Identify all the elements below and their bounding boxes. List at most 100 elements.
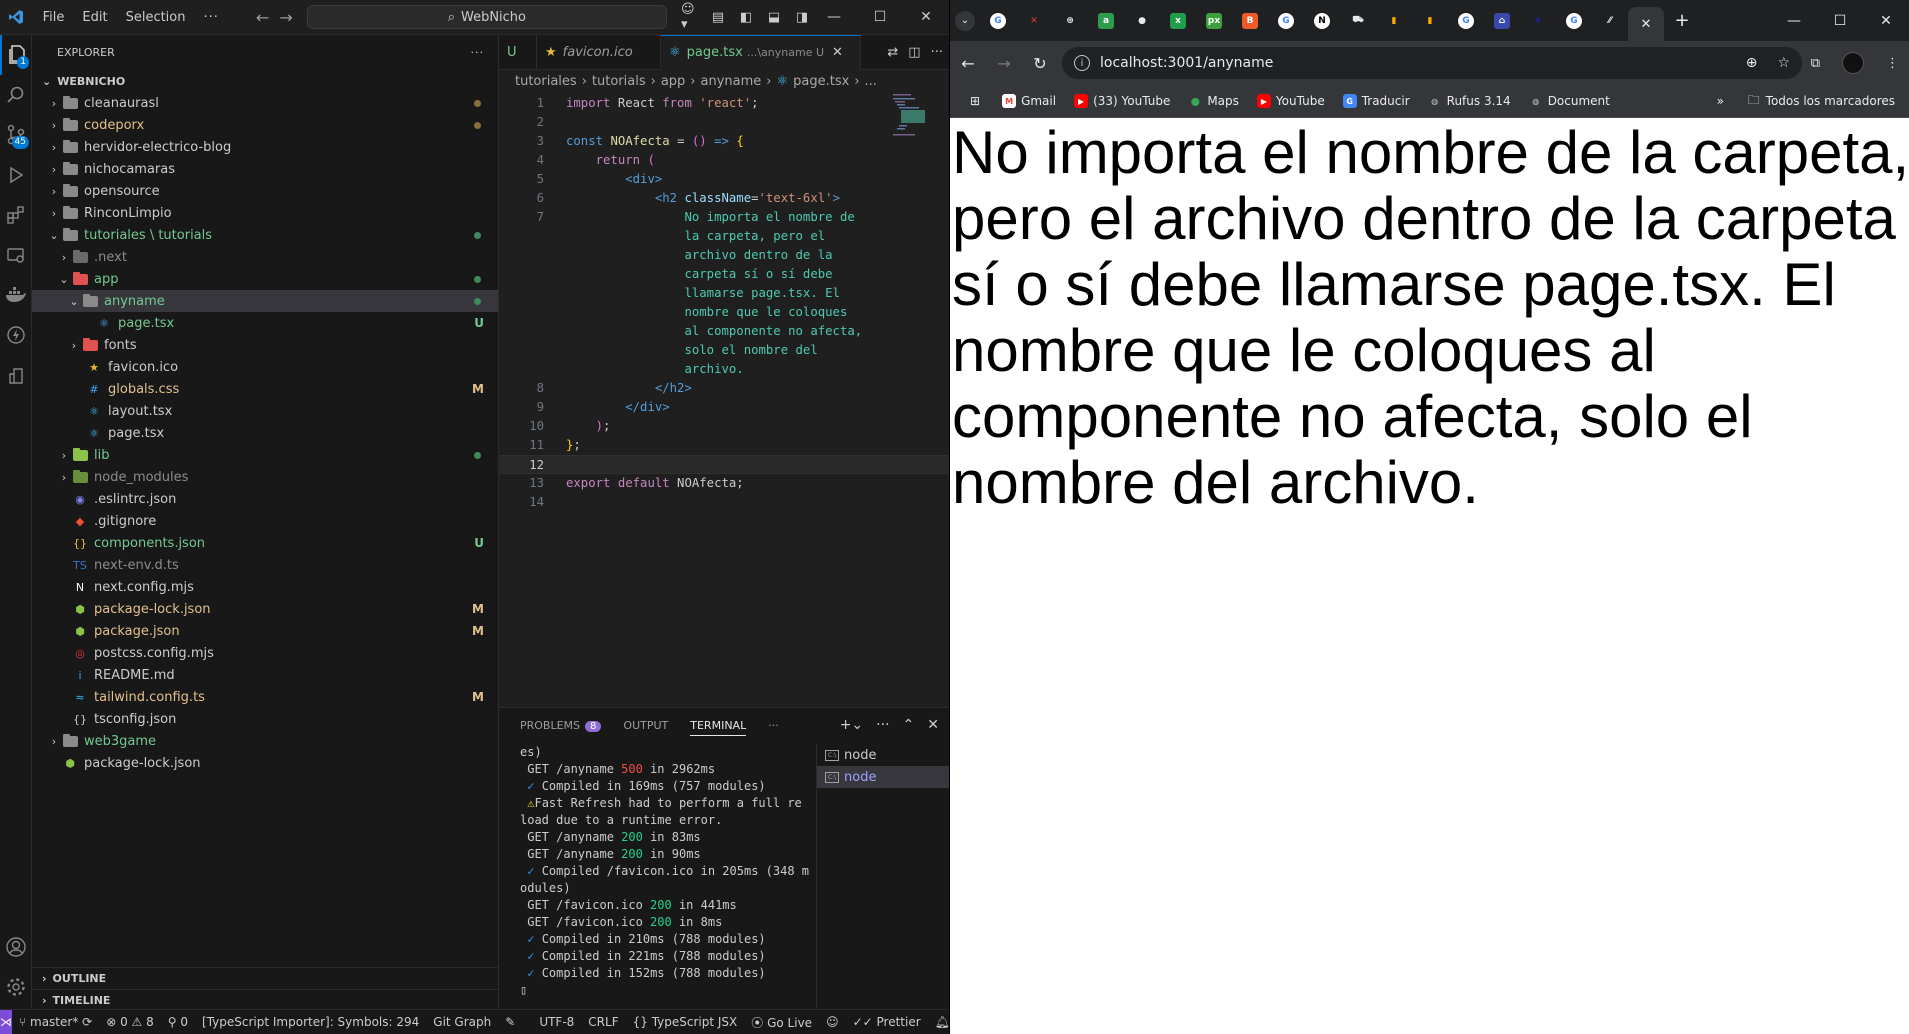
menu-item-1[interactable]: Edit: [73, 10, 116, 25]
search-icon[interactable]: [0, 75, 32, 115]
close-icon[interactable]: ✕: [1863, 0, 1909, 41]
code-line[interactable]: 11};: [499, 436, 949, 455]
tree-folder[interactable]: › RinconLimpio: [32, 202, 498, 224]
breadcrumb-item[interactable]: tutoriales: [515, 74, 577, 89]
menu-item-2[interactable]: Selection: [117, 10, 195, 25]
language-status[interactable]: {} TypeScript JSX: [626, 1015, 745, 1029]
code-line[interactable]: 1 import React from 'react';: [499, 94, 949, 113]
tree-folder[interactable]: › .next: [32, 246, 498, 268]
apps-grid-icon[interactable]: ⊞: [970, 94, 980, 108]
browser-tab[interactable]: ▮: [1376, 0, 1412, 41]
maximize-icon[interactable]: ☐: [857, 9, 903, 25]
back-arrow-icon[interactable]: ←: [256, 8, 269, 27]
accounts-icon[interactable]: [0, 927, 32, 967]
remote-explorer-icon[interactable]: [0, 235, 32, 275]
browser-tab[interactable]: ⛟: [1340, 0, 1376, 41]
site-info-icon[interactable]: i: [1074, 55, 1090, 71]
code-line[interactable]: llamarse page.tsx. El: [499, 284, 949, 303]
tree-file[interactable]: ◉ .eslintrc.json: [32, 488, 498, 510]
tree-file[interactable]: ⚛ page.tsx: [32, 422, 498, 444]
tree-file[interactable]: ◆ .gitignore: [32, 510, 498, 532]
breadcrumb-item[interactable]: page.tsx: [793, 74, 849, 89]
more-bookmarks-icon[interactable]: »: [1717, 94, 1724, 108]
breadcrumb-item[interactable]: ...: [865, 74, 877, 89]
testing-icon[interactable]: [0, 355, 32, 395]
code-line[interactable]: 9 </div>: [499, 398, 949, 417]
code-line[interactable]: 7 No importa el nombre de: [499, 208, 949, 227]
code-line[interactable]: archivo dentro de la: [499, 246, 949, 265]
browser-tab[interactable]: G: [1268, 0, 1304, 41]
explorer-more-icon[interactable]: ···: [471, 46, 485, 59]
maximize-panel-icon[interactable]: ⌃: [903, 717, 915, 733]
forward-arrow-icon[interactable]: →: [279, 8, 292, 27]
extensions-puzzle-icon[interactable]: ⧉: [1811, 56, 1820, 71]
browser-tab[interactable]: B: [1232, 0, 1268, 41]
ts-importer-status[interactable]: [TypeScript Importer]: Symbols: 294: [195, 1015, 426, 1029]
breadcrumb-item[interactable]: app: [661, 74, 685, 89]
minimize-icon[interactable]: —: [1771, 0, 1817, 41]
panel-more-icon[interactable]: ···: [768, 719, 779, 732]
compare-icon[interactable]: ⇄: [887, 45, 898, 60]
ports-status[interactable]: ⚲ 0: [161, 1015, 195, 1029]
tab-untracked-file[interactable]: U: [499, 34, 537, 70]
tree-file[interactable]: ⚛ page.tsx U: [32, 312, 498, 334]
remote-indicator-icon[interactable]: ⋊: [0, 1010, 12, 1034]
menu-item-0[interactable]: File: [34, 10, 74, 25]
reload-icon[interactable]: ↻: [1022, 54, 1058, 73]
go-live-status[interactable]: ⦿ Go Live: [744, 1014, 819, 1031]
code-line[interactable]: 14: [499, 493, 949, 512]
tree-file[interactable]: ◎ postcss.config.mjs: [32, 642, 498, 664]
explorer-icon[interactable]: 1: [0, 35, 32, 75]
tab-page-tsx[interactable]: ⚛ page.tsx ...\anyname U ✕: [661, 34, 861, 70]
code-line[interactable]: 12: [499, 455, 949, 474]
code-line[interactable]: 6 <h2 className='text-6xl'>: [499, 189, 949, 208]
active-tab[interactable]: ✕: [1628, 7, 1664, 41]
tab-problems[interactable]: PROBLEMS 8: [520, 719, 602, 732]
address-bar[interactable]: i localhost:3001/anyname ⊕ ☆: [1062, 47, 1802, 79]
tree-file[interactable]: {} tsconfig.json: [32, 708, 498, 730]
problems-status[interactable]: ⊗ 0 ⚠ 8: [99, 1015, 161, 1029]
new-terminal-icon[interactable]: +⌄: [840, 717, 863, 733]
menu-item-3[interactable]: ···: [195, 10, 228, 25]
browser-tab[interactable]: G: [1448, 0, 1484, 41]
encoding-status[interactable]: UTF-8: [532, 1015, 581, 1029]
thunder-client-icon[interactable]: [0, 315, 32, 355]
code-line[interactable]: archivo.: [499, 360, 949, 379]
copilot-status-icon[interactable]: ☺: [819, 1015, 846, 1029]
browser-tab[interactable]: ⊛: [1052, 0, 1088, 41]
bookmark-item[interactable]: ⬤ Maps: [1188, 94, 1239, 108]
settings-gear-icon[interactable]: [0, 967, 32, 1007]
terminal-output[interactable]: es) GET /anyname 500 in 2962ms ✓ Compile…: [520, 744, 820, 999]
browser-tab[interactable]: ●: [1124, 0, 1160, 41]
browser-tab[interactable]: ✱: [1520, 0, 1556, 41]
close-tab-icon[interactable]: ✕: [832, 45, 843, 60]
tree-folder[interactable]: › cleanaurasl: [32, 92, 498, 114]
tree-file[interactable]: ⬢ package-lock.json M: [32, 598, 498, 620]
bookmark-item[interactable]: G Traducir: [1342, 94, 1410, 108]
tree-file[interactable]: ≈ tailwind.config.ts M: [32, 686, 498, 708]
terminal-instance[interactable]: C:\ node: [817, 744, 949, 766]
bookmark-item[interactable]: ▶ (33) YouTube: [1074, 94, 1170, 108]
breadcrumb-item[interactable]: anyname: [701, 74, 762, 89]
tree-folder[interactable]: › lib: [32, 444, 498, 466]
tree-folder[interactable]: › fonts: [32, 334, 498, 356]
tab-favicon[interactable]: ★ favicon.ico: [537, 34, 661, 70]
browser-tab[interactable]: x: [1160, 0, 1196, 41]
all-bookmarks-folder[interactable]: 🗀︎ Todos los marcadores: [1748, 91, 1895, 112]
git-graph-status[interactable]: Git Graph: [426, 1015, 498, 1029]
bookmark-item[interactable]: ▶ YouTube: [1256, 94, 1325, 108]
eol-status[interactable]: CRLF: [581, 1015, 625, 1029]
tab-output[interactable]: OUTPUT: [623, 719, 668, 732]
more-actions-icon[interactable]: ···: [931, 45, 943, 60]
prettier-status[interactable]: ✓✓ Prettier: [846, 1015, 928, 1029]
breadcrumb-item[interactable]: tutorials: [592, 74, 646, 89]
zoom-icon[interactable]: ⊕: [1746, 55, 1758, 71]
browser-tab[interactable]: G: [980, 0, 1016, 41]
close-tab-icon[interactable]: ✕: [1641, 17, 1652, 32]
tree-folder[interactable]: ⌄ app: [32, 268, 498, 290]
tree-file[interactable]: ★ favicon.ico: [32, 356, 498, 378]
tree-folder[interactable]: › opensource: [32, 180, 498, 202]
code-line[interactable]: la carpeta, pero el: [499, 227, 949, 246]
timeline-section[interactable]: › TIMELINE: [32, 989, 499, 1011]
toggle-panel-icon[interactable]: ⬓: [765, 9, 783, 25]
